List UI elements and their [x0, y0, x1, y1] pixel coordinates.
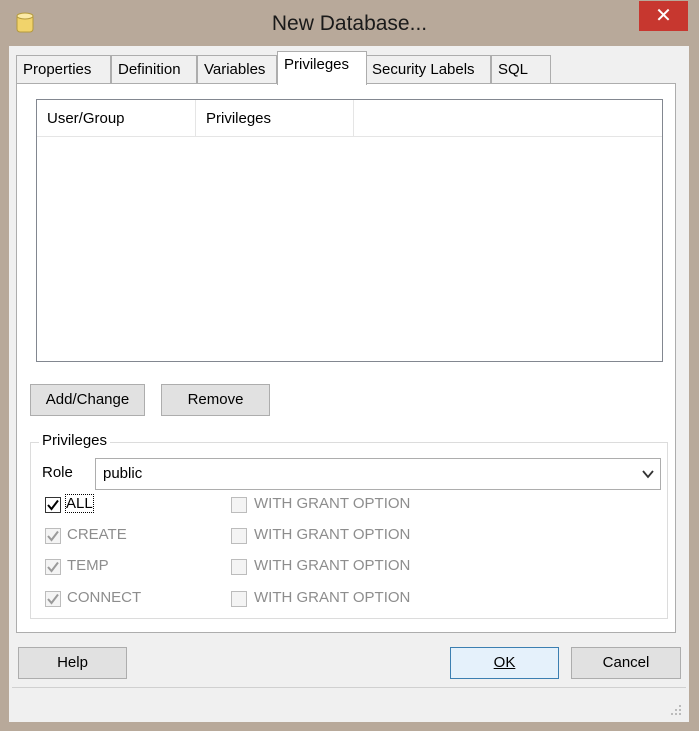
dialog-client: Properties Definition Variables Privileg… — [9, 46, 689, 722]
resize-grip-icon[interactable] — [670, 704, 682, 716]
ok-button[interactable]: OK — [450, 647, 559, 679]
temp-grant-checkbox[interactable] — [231, 559, 247, 575]
window-title: New Database... — [271, 12, 428, 35]
tab-privileges[interactable]: Privileges — [277, 51, 367, 85]
tab-sql[interactable]: SQL — [491, 55, 551, 83]
dialog-window: New Database... ✕ Properties Definition … — [0, 0, 699, 731]
create-checkbox-label: CREATE — [67, 526, 127, 543]
temp-checkbox-label: TEMP — [67, 557, 109, 574]
chevron-down-icon — [642, 470, 654, 479]
privileges-list[interactable]: User/Group Privileges — [36, 99, 663, 362]
status-bar — [12, 687, 686, 720]
checkmark-icon — [47, 561, 59, 573]
create-grant-label: WITH GRANT OPTION — [254, 526, 411, 543]
privileges-tab-panel: User/Group Privileges Add/Change Remove … — [16, 83, 676, 633]
close-icon: ✕ — [655, 5, 672, 27]
title-bar[interactable]: New Database... ✕ — [0, 0, 699, 46]
connect-checkbox-label: CONNECT — [67, 589, 142, 606]
column-header-user-group[interactable]: User/Group — [37, 100, 196, 136]
connect-grant-checkbox[interactable] — [231, 591, 247, 607]
list-header: User/Group Privileges — [37, 100, 662, 137]
temp-grant-label: WITH GRANT OPTION — [254, 557, 411, 574]
cancel-button[interactable]: Cancel — [571, 647, 681, 679]
tab-definition[interactable]: Definition — [111, 55, 197, 83]
column-header-privileges[interactable]: Privileges — [196, 100, 354, 136]
create-grant-checkbox[interactable] — [231, 528, 247, 544]
checkmark-icon — [47, 499, 59, 511]
add-change-button[interactable]: Add/Change — [30, 384, 145, 416]
connect-checkbox[interactable] — [45, 591, 61, 607]
close-button[interactable]: ✕ — [639, 1, 688, 31]
role-label: Role — [42, 464, 73, 481]
checkmark-icon — [47, 530, 59, 542]
temp-checkbox[interactable] — [45, 559, 61, 575]
tab-variables[interactable]: Variables — [197, 55, 277, 83]
role-combobox[interactable]: public — [95, 458, 661, 490]
checkmark-icon — [47, 593, 59, 605]
role-value: public — [103, 465, 143, 482]
privileges-group-title: Privileges — [39, 432, 111, 449]
tab-security-labels[interactable]: Security Labels — [365, 55, 491, 83]
tab-properties[interactable]: Properties — [16, 55, 111, 83]
all-grant-label: WITH GRANT OPTION — [254, 495, 411, 512]
help-button[interactable]: Help — [18, 647, 127, 679]
all-grant-checkbox[interactable] — [231, 497, 247, 513]
connect-grant-label: WITH GRANT OPTION — [254, 589, 411, 606]
remove-button[interactable]: Remove — [161, 384, 270, 416]
all-checkbox[interactable] — [45, 497, 61, 513]
all-checkbox-label[interactable]: ALL — [65, 494, 94, 513]
create-checkbox[interactable] — [45, 528, 61, 544]
